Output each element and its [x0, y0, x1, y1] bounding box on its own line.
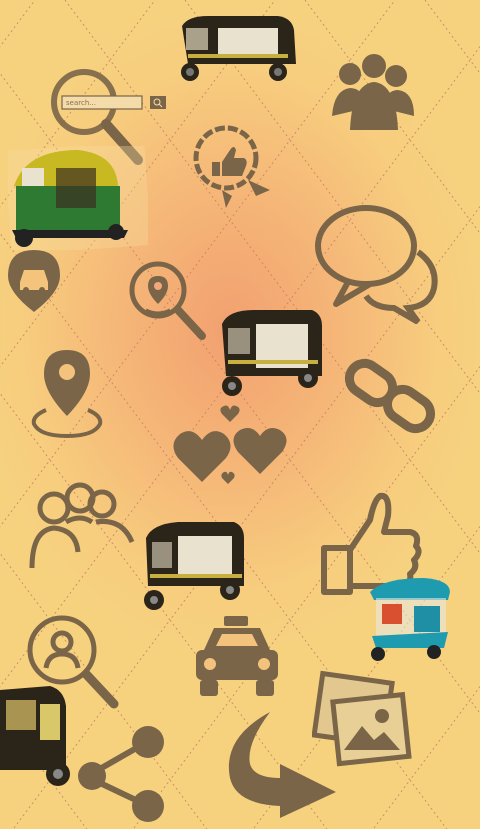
link-chain-icon [342, 354, 438, 438]
search-widget-placeholder: search... [66, 99, 96, 107]
chat-bubbles-icon [314, 200, 442, 324]
taxi-icon [4, 248, 64, 314]
auto-rickshaw-icon [8, 146, 148, 250]
hearts-icon [172, 404, 296, 488]
auto-rickshaw-icon [168, 14, 300, 86]
team-icon [26, 482, 136, 572]
map-pin-icon [30, 348, 104, 438]
share-icon [76, 724, 168, 824]
auto-rickshaw-icon [0, 680, 76, 790]
taxi-icon [190, 610, 282, 700]
auto-rickshaw-icon [138, 518, 248, 614]
wallpaper-canvas: search... [0, 0, 480, 829]
people-group-icon [330, 52, 416, 136]
location-search-icon [124, 258, 208, 342]
thumbs-up-badge-icon [186, 120, 274, 212]
curved-arrow-icon [220, 708, 340, 818]
auto-rickshaw-icon [364, 576, 454, 664]
auto-rickshaw-icon [214, 306, 326, 402]
